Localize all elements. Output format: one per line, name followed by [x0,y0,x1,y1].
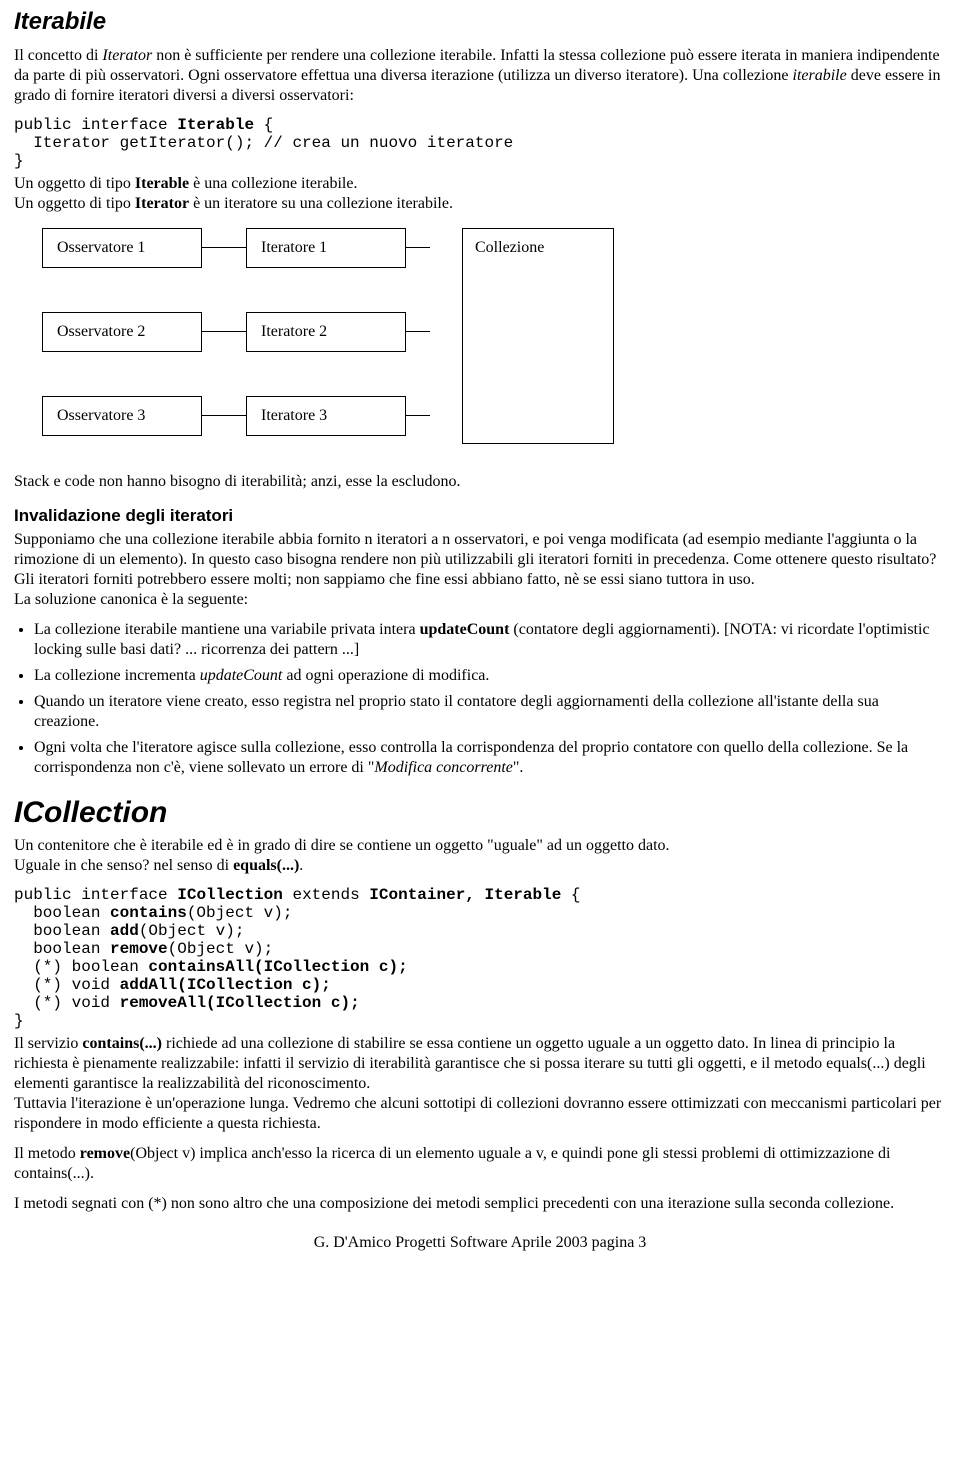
paragraph-remove: Il metodo remove(Object v) implica anch'… [14,1144,946,1184]
bullet-item: La collezione iterabile mantiene una var… [34,620,946,660]
paragraph-icoll-intro: Un contenitore che è iterabile ed è in g… [14,836,946,876]
diagram-it2: Iteratore 2 [246,312,406,352]
diagram-collection-label: Collezione [475,239,544,257]
diagram-obs1: Osservatore 1 [42,228,202,268]
heading-invalidazione: Invalidazione degli iteratori [14,506,946,526]
code-icollection: public interface ICollection extends ICo… [14,886,946,1030]
code-iterable: public interface Iterable { Iterator get… [14,116,946,170]
paragraph-contains: Il servizio contains(...) richiede ad un… [14,1034,946,1134]
paragraph-iter-tail: Un oggetto di tipo Iterable è una collez… [14,174,946,214]
diagram-conn [202,415,246,417]
diagram-obs2: Osservatore 2 [42,312,202,352]
diagram-conn [406,331,430,333]
bullet-list: La collezione iterabile mantiene una var… [14,620,946,778]
bullet-item: Quando un iteratore viene creato, esso r… [34,692,946,732]
paragraph-iter-intro: Il concetto di Iterator non è sufficient… [14,46,946,106]
diagram-iterators: Collezione Osservatore 1 Iteratore 1 Oss… [42,228,946,458]
diagram-conn [406,415,430,417]
heading-iterabile: Iterabile [14,8,946,36]
page-footer: G. D'Amico Progetti Software Aprile 2003… [14,1234,946,1252]
diagram-conn [406,247,430,249]
bullet-item: Ogni volta che l'iteratore agisce sulla … [34,738,946,778]
paragraph-stack: Stack e code non hanno bisogno di iterab… [14,472,946,492]
bullet-item: La collezione incrementa updateCount ad … [34,666,946,686]
diagram-it3: Iteratore 3 [246,396,406,436]
diagram-conn [202,247,246,249]
diagram-conn [202,331,246,333]
paragraph-star: I metodi segnati con (*) non sono altro … [14,1194,946,1214]
diagram-it1: Iteratore 1 [246,228,406,268]
heading-icollection: ICollection [14,796,946,830]
diagram-obs3: Osservatore 3 [42,396,202,436]
paragraph-invalid: Supponiamo che una collezione iterabile … [14,530,946,610]
